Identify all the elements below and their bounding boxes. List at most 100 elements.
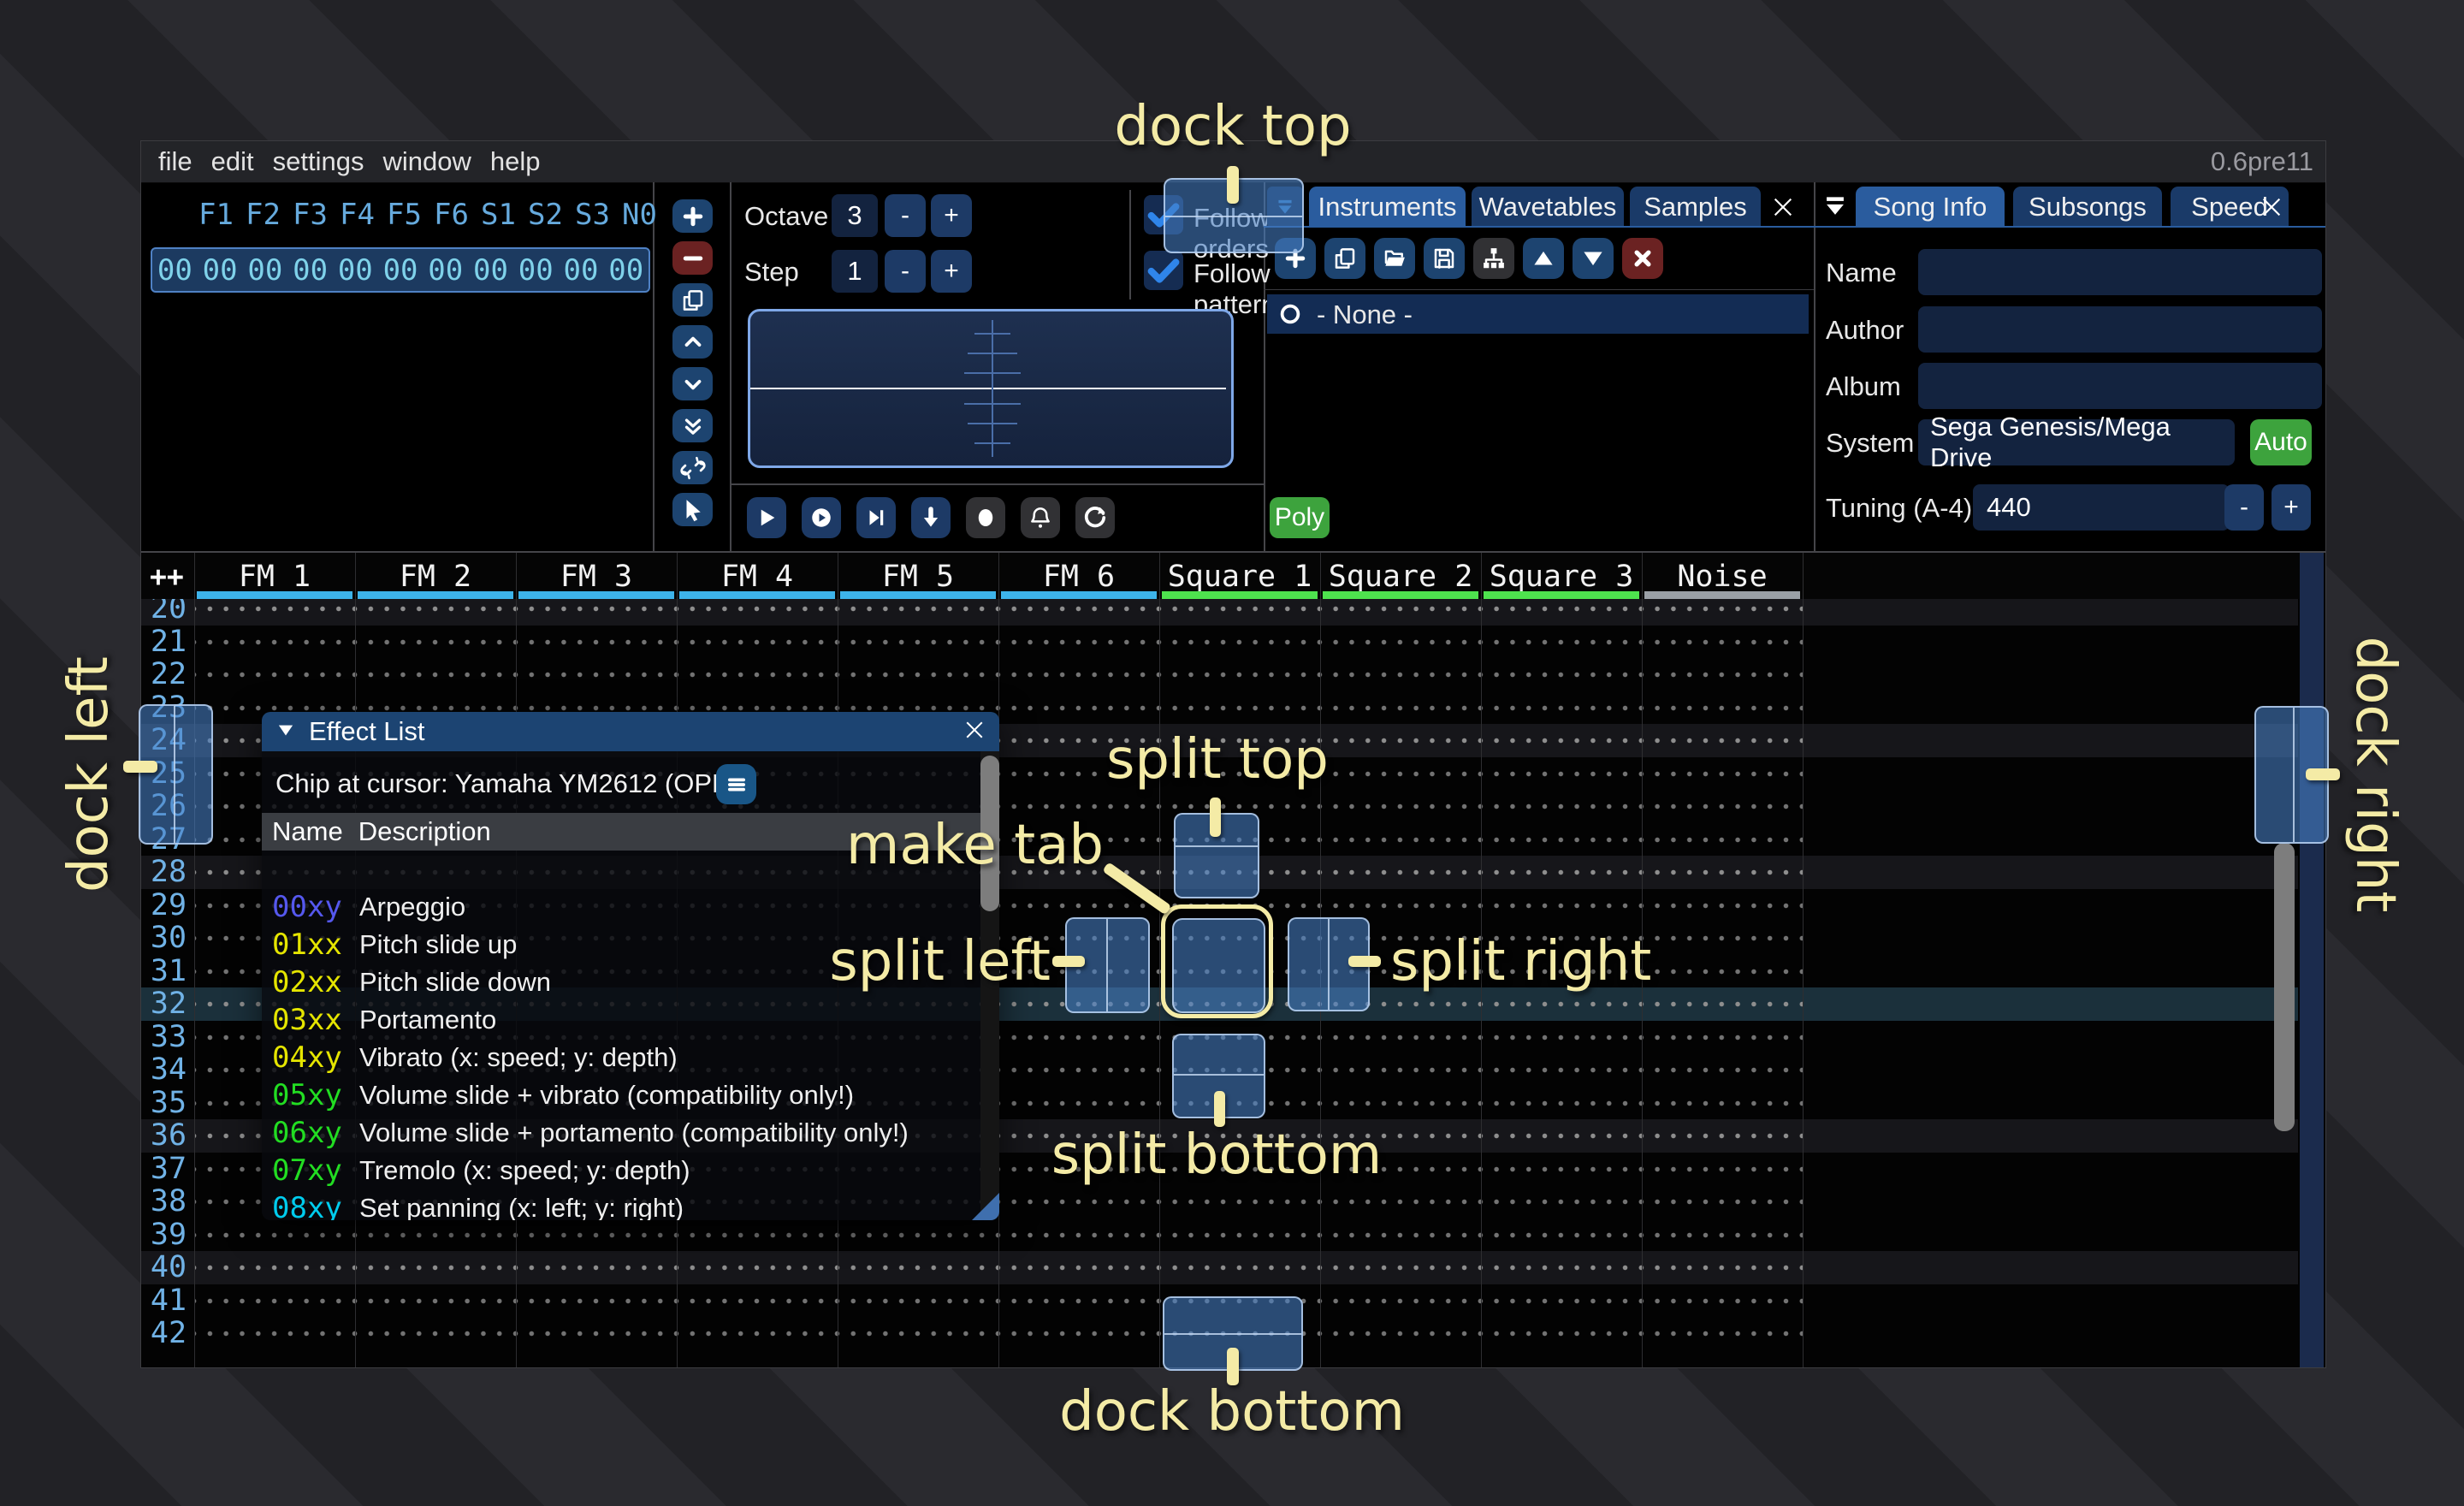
- system-field[interactable]: Sega Genesis/Mega Drive: [1918, 419, 2235, 465]
- tab-samples[interactable]: Samples: [1630, 187, 1761, 228]
- order-cell[interactable]: 00: [378, 253, 424, 288]
- channel-header[interactable]: Square 3: [1481, 560, 1642, 594]
- effect-row[interactable]: 06xyVolume slide + portamento (compatibi…: [262, 1114, 980, 1152]
- menu-hamburger-icon[interactable]: [716, 764, 756, 804]
- order-cell[interactable]: 00: [242, 253, 287, 288]
- tab-list-icon[interactable]: [1821, 192, 1850, 225]
- plus-icon[interactable]: [672, 199, 713, 233]
- octave-minus-button[interactable]: -: [885, 194, 926, 237]
- effect-row[interactable]: 08xySet panning (x: left; y: right): [262, 1189, 980, 1220]
- order-cell[interactable]: 00: [513, 253, 559, 288]
- channel-header[interactable]: Square 2: [1320, 560, 1481, 594]
- album-field[interactable]: [1918, 363, 2322, 409]
- tab-instruments[interactable]: Instruments: [1309, 187, 1466, 228]
- channel-header[interactable]: Noise: [1642, 560, 1803, 594]
- radio-circle-icon: [1277, 301, 1303, 331]
- close-icon[interactable]: [962, 717, 987, 747]
- unlink-icon[interactable]: [672, 451, 713, 484]
- channel-header[interactable]: FM 3: [516, 560, 677, 594]
- channel-header[interactable]: FM 6: [998, 560, 1159, 594]
- auto-button[interactable]: Auto: [2250, 419, 2312, 465]
- orders-active-row[interactable]: 0000000000000000000000: [151, 247, 650, 293]
- play-icon[interactable]: [747, 497, 786, 538]
- pattern-row[interactable]: 21: [141, 626, 2298, 659]
- triangle-down-icon[interactable]: [1573, 238, 1614, 279]
- arrow-down-icon[interactable]: [911, 497, 951, 538]
- tuning-minus-button[interactable]: -: [2224, 484, 2264, 531]
- pattern-row[interactable]: 40: [141, 1251, 2298, 1284]
- tab-song-info[interactable]: Song Info: [1856, 187, 2005, 228]
- cursor-icon[interactable]: [672, 493, 713, 526]
- name-field[interactable]: [1918, 249, 2322, 295]
- metronome-bell-icon[interactable]: [1021, 497, 1060, 538]
- tuning-field[interactable]: 440: [1973, 484, 2230, 531]
- author-field[interactable]: [1918, 306, 2322, 353]
- step-minus-button[interactable]: -: [885, 250, 926, 293]
- save-icon[interactable]: [1424, 238, 1465, 279]
- tab-wavetables[interactable]: Wavetables: [1472, 187, 1624, 228]
- menu-item-file[interactable]: file: [149, 146, 202, 177]
- instrument-list-item[interactable]: - None -: [1267, 294, 1809, 334]
- channel-header[interactable]: FM 1: [194, 560, 355, 594]
- step-one-icon[interactable]: [856, 497, 896, 538]
- order-cell[interactable]: 00: [287, 253, 333, 288]
- order-cell[interactable]: 00: [423, 253, 468, 288]
- pattern-corner-button[interactable]: ++: [150, 560, 184, 593]
- menu-item-help[interactable]: help: [481, 146, 550, 177]
- step-value[interactable]: 1: [832, 250, 878, 293]
- menu-item-settings[interactable]: settings: [264, 146, 374, 177]
- orders-panel: F1F2F3F4F5F6S1S2S3N0 0000000000000000000…: [141, 182, 653, 551]
- resize-grip[interactable]: [972, 1193, 999, 1220]
- close-icon[interactable]: [1769, 193, 1797, 225]
- repeat-icon[interactable]: [1075, 497, 1115, 538]
- effect-row[interactable]: 04xyVibrato (x: speed; y: depth): [262, 1039, 980, 1076]
- order-cell[interactable]: 00: [198, 253, 243, 288]
- close-icon[interactable]: [2258, 193, 2285, 225]
- channel-header[interactable]: FM 2: [355, 560, 516, 594]
- record-icon[interactable]: [966, 497, 1005, 538]
- scrollbar-track[interactable]: [2300, 553, 2324, 1367]
- order-cell[interactable]: 00: [603, 253, 649, 288]
- chevron-down-icon[interactable]: [672, 367, 713, 400]
- pattern-row[interactable]: 39: [141, 1218, 2298, 1252]
- menu-item-window[interactable]: window: [373, 146, 480, 177]
- effect-row[interactable]: 00xyArpeggio: [262, 888, 980, 926]
- pointer-dock-top: [1227, 166, 1239, 204]
- channel-header[interactable]: FM 5: [838, 560, 998, 594]
- effect-code: 01xx: [272, 926, 342, 963]
- tab-subsongs[interactable]: Subsongs: [2013, 187, 2162, 228]
- duplicate-icon[interactable]: [1324, 238, 1365, 279]
- annotation-split-left: split left: [829, 930, 1051, 993]
- effect-code: 08xy: [272, 1189, 342, 1220]
- channel-header[interactable]: Square 1: [1159, 560, 1320, 594]
- delete-x-icon[interactable]: [1622, 238, 1663, 279]
- open-folder-icon[interactable]: [1374, 238, 1415, 279]
- scrollbar-thumb[interactable]: [2274, 843, 2295, 1131]
- order-cell[interactable]: 00: [559, 253, 604, 288]
- channel-header[interactable]: FM 4: [677, 560, 838, 594]
- chevron-up-icon[interactable]: [672, 325, 713, 359]
- octave-plus-button[interactable]: +: [931, 194, 972, 237]
- effect-row[interactable]: 03xxPortamento: [262, 1001, 980, 1039]
- dock-left-target[interactable]: [139, 704, 213, 845]
- octave-value[interactable]: 3: [832, 194, 878, 237]
- order-cell[interactable]: 00: [333, 253, 378, 288]
- order-cell[interactable]: 00: [468, 253, 513, 288]
- effect-list-titlebar[interactable]: Effect List: [262, 712, 999, 751]
- effect-row[interactable]: 07xyTremolo (x: speed; y: depth): [262, 1152, 980, 1189]
- triangle-up-icon[interactable]: [1523, 238, 1564, 279]
- chevrons-down-icon[interactable]: [672, 409, 713, 442]
- pattern-row[interactable]: 22: [141, 658, 2298, 691]
- chip-at-cursor-label: Chip at cursor: Yamaha YM2612 (OPN2): [275, 768, 755, 799]
- step-plus-button[interactable]: +: [931, 250, 972, 293]
- panel-divider[interactable]: [653, 182, 654, 553]
- tuning-plus-button[interactable]: +: [2272, 484, 2311, 531]
- follow-pattern-checkbox[interactable]: [1144, 251, 1183, 290]
- menu-item-edit[interactable]: edit: [202, 146, 264, 177]
- tree-icon[interactable]: [1473, 238, 1514, 279]
- duplicate-icon[interactable]: [672, 283, 713, 317]
- collapse-triangle-icon[interactable]: [275, 719, 297, 745]
- effect-row[interactable]: 05xyVolume slide + vibrato (compatibilit…: [262, 1076, 980, 1114]
- play-pattern-icon[interactable]: [802, 497, 841, 538]
- minus-icon[interactable]: [672, 241, 713, 275]
